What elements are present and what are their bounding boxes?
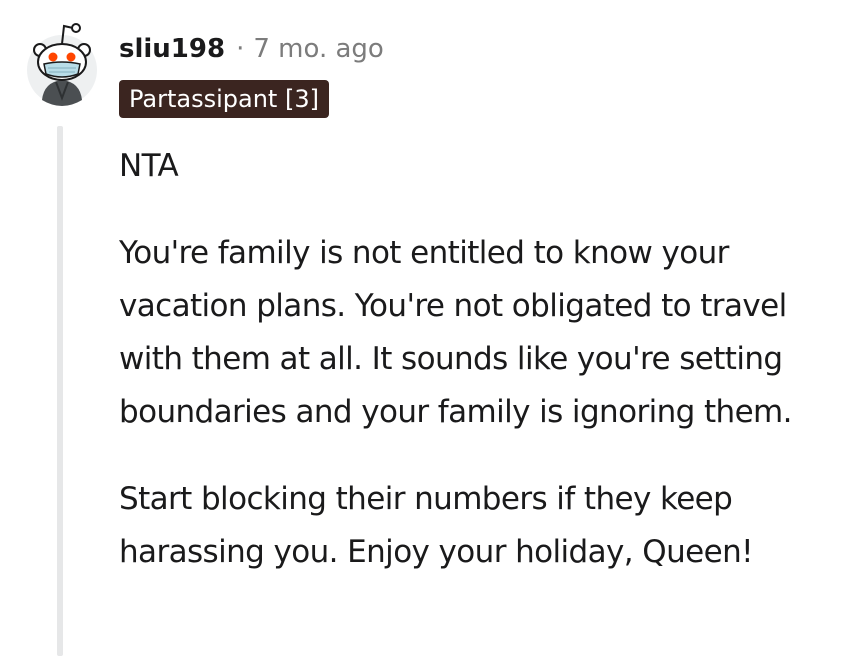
comment-meta: sliu198 · 7 mo. ago [119,30,384,68]
comment-body: NTA You're family is not entitled to kno… [119,140,841,613]
comment-paragraph: You're family is not entitled to know yo… [119,235,793,430]
username-link[interactable]: sliu198 [119,34,225,64]
comment-timestamp[interactable]: 7 mo. ago [253,34,383,64]
user-flair-badge: Partassipant [3] [119,80,329,118]
comment-paragraph: NTA [119,148,179,184]
comment-paragraph: Start blocking their numbers if they kee… [119,481,754,570]
meta-separator: · [236,34,245,64]
reddit-snoo-masked-icon [27,23,97,106]
user-avatar[interactable] [26,18,98,108]
thread-collapse-line[interactable] [57,126,63,656]
